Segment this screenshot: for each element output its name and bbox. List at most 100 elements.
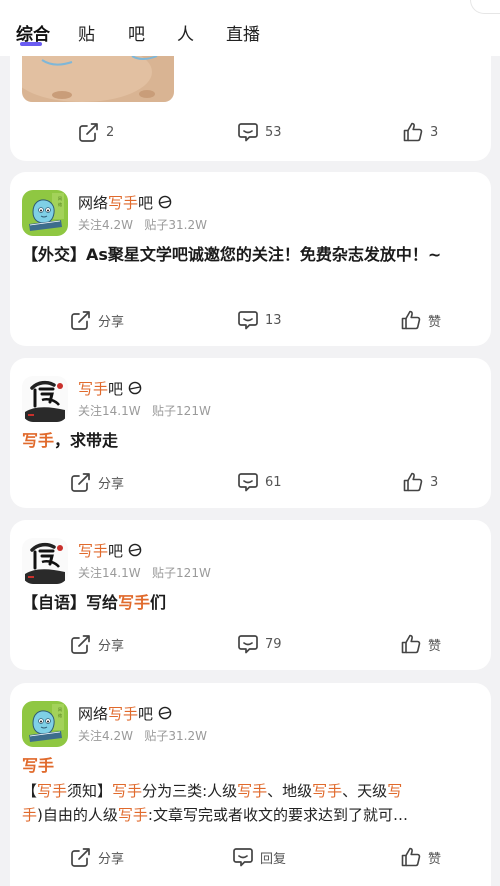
comment-icon	[237, 471, 259, 493]
title-text-end: 们	[150, 593, 167, 612]
title-keyword: 写手	[22, 431, 55, 450]
like-icon	[402, 471, 424, 493]
circle-slash-icon	[128, 381, 142, 395]
forum-stats: 关注4.2W 贴子31.2W	[78, 727, 207, 744]
followers-count: 关注4.2W	[78, 218, 133, 232]
forum-name[interactable]: 写手吧	[78, 378, 142, 399]
excerpt-text: 分为三类:人级	[142, 782, 238, 800]
forum-name-prefix: 网络	[78, 194, 109, 212]
tab-people[interactable]: 人	[177, 20, 194, 45]
post-title[interactable]: 写手	[22, 753, 482, 778]
edit-button[interactable]: 2	[78, 121, 114, 143]
share-icon	[70, 309, 92, 331]
post-title[interactable]: 【外交】As聚星文学吧诚邀您的关注！免费杂志发放中！~	[22, 242, 482, 267]
share-button[interactable]: 分享	[70, 633, 124, 655]
reply-button[interactable]: 回复	[232, 846, 286, 868]
like-button[interactable]: 3	[402, 471, 438, 493]
forum-avatar[interactable]	[22, 538, 68, 584]
posts-count: 贴子121W	[152, 404, 211, 418]
like-button[interactable]: 赞	[400, 846, 441, 868]
share-button[interactable]: 分享	[70, 471, 124, 493]
like-label: 赞	[428, 314, 442, 330]
forum-avatar[interactable]	[22, 376, 68, 422]
forum-name-keyword: 写手	[78, 380, 109, 398]
tab-forums[interactable]: 吧	[128, 20, 145, 45]
share-icon	[70, 846, 92, 868]
forum-name-suffix: 吧	[138, 194, 154, 212]
excerpt-text: :文章写完或者收文的要求达到了就可…	[147, 806, 408, 824]
forum-stats: 关注14.1W 贴子121W	[78, 564, 211, 581]
forum-stats: 关注14.1W 贴子121W	[78, 402, 211, 419]
comment-button[interactable]: 79	[237, 633, 282, 655]
post-image[interactable]	[22, 50, 174, 102]
post-card[interactable]: 网络写手吧 关注4.2W 贴子31.2W 写手 【写手须知】写手分为三类:人级写…	[10, 683, 491, 886]
excerpt-text: 、地级	[267, 782, 313, 800]
excerpt-keyword: 写手	[117, 806, 148, 824]
forum-avatar[interactable]	[22, 701, 68, 747]
like-button[interactable]: 赞	[400, 309, 441, 331]
forum-name-prefix: 网络	[78, 705, 109, 723]
followers-count: 关注4.2W	[78, 729, 133, 743]
share-label: 分享	[98, 476, 125, 492]
forum-name[interactable]: 写手吧	[78, 540, 142, 561]
excerpt-keyword: 写手	[312, 782, 343, 800]
excerpt-text: 【	[22, 782, 38, 800]
post-excerpt[interactable]: 【写手须知】写手分为三类:人级写手、地级写手、天级写 手)自由的人级写手:文章写完…	[22, 779, 486, 827]
comment-count: 61	[265, 474, 282, 490]
post-card[interactable]: 写手吧 关注14.1W 贴子121W 【自语】写给写手们 分享 79 赞	[10, 520, 491, 670]
circle-slash-icon	[158, 195, 172, 209]
active-tab-indicator	[20, 42, 42, 46]
comment-icon	[232, 846, 254, 868]
followers-count: 关注14.1W	[78, 404, 141, 418]
edit-count: 2	[106, 124, 115, 140]
edit-icon	[78, 121, 100, 143]
comment-button[interactable]: 53	[237, 121, 282, 143]
excerpt-text: 须知】	[67, 782, 113, 800]
tab-posts[interactable]: 贴	[78, 20, 95, 45]
like-button[interactable]: 3	[402, 121, 438, 143]
comment-button[interactable]: 61	[237, 471, 282, 493]
like-button[interactable]: 赞	[400, 633, 441, 655]
forum-name-keyword: 写手	[108, 194, 139, 212]
excerpt-text: )自由的人级	[37, 806, 118, 824]
tab-live[interactable]: 直播	[226, 20, 260, 45]
posts-count: 贴子121W	[152, 566, 211, 580]
title-keyword: 写手	[22, 756, 55, 775]
like-label: 赞	[428, 638, 442, 654]
filter-toggle[interactable]	[470, 0, 500, 14]
title-text: 【自语】写给	[22, 593, 119, 612]
posts-count: 贴子31.2W	[144, 729, 207, 743]
circle-slash-icon	[128, 543, 142, 557]
post-title[interactable]: 【自语】写给写手们	[22, 590, 482, 615]
share-button[interactable]: 分享	[70, 309, 124, 331]
comment-button[interactable]: 13	[237, 309, 282, 331]
forum-name-suffix: 吧	[138, 705, 154, 723]
post-title[interactable]: 写手，求带走	[22, 428, 482, 453]
like-count: 3	[430, 474, 439, 490]
title-text: ，求带走	[54, 431, 119, 450]
share-label: 分享	[98, 314, 125, 330]
post-card[interactable]: 写手吧 关注14.1W 贴子121W 写手，求带走 分享 61 3	[10, 358, 491, 508]
followers-count: 关注14.1W	[78, 566, 141, 580]
forum-name[interactable]: 网络写手吧	[78, 703, 172, 724]
like-icon	[400, 633, 422, 655]
forum-stats: 关注4.2W 贴子31.2W	[78, 216, 207, 233]
share-label: 分享	[98, 851, 125, 867]
excerpt-keyword: 手	[22, 806, 38, 824]
excerpt-keyword: 写手	[112, 782, 143, 800]
forum-name-keyword: 写手	[78, 542, 109, 560]
comment-icon	[237, 121, 259, 143]
like-label: 赞	[428, 851, 442, 867]
forum-avatar[interactable]	[22, 190, 68, 236]
forum-name[interactable]: 网络写手吧	[78, 192, 172, 213]
comment-count: 79	[265, 636, 282, 652]
like-count: 3	[430, 124, 439, 140]
top-tab-bar: 综合 贴 吧 人 直播	[0, 0, 500, 56]
share-button[interactable]: 分享	[70, 846, 124, 868]
like-icon	[402, 121, 424, 143]
post-card[interactable]: 网络写手吧 关注4.2W 贴子31.2W 【外交】As聚星文学吧诚邀您的关注！免…	[10, 172, 491, 346]
excerpt-keyword: 写手	[237, 782, 268, 800]
excerpt-keyword: 写	[387, 782, 403, 800]
forum-name-keyword: 写手	[108, 705, 139, 723]
excerpt-keyword: 写手	[37, 782, 68, 800]
